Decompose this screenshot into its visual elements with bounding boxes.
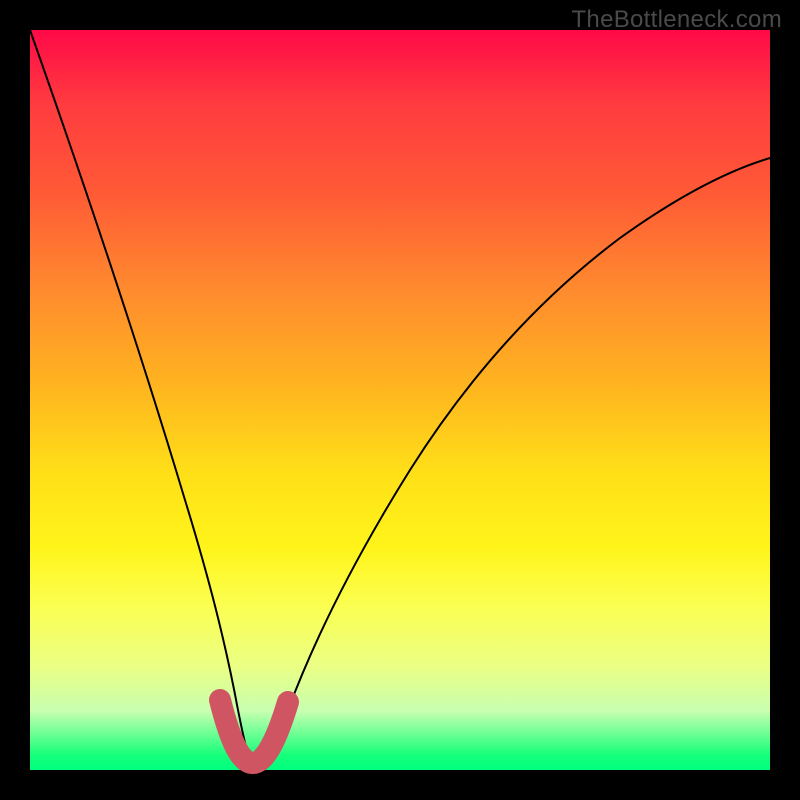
highlight-segment: [220, 700, 288, 763]
bottleneck-curve: [30, 30, 770, 765]
plot-area: [30, 30, 770, 770]
watermark-text: TheBottleneck.com: [571, 6, 782, 34]
outer-frame: TheBottleneck.com: [0, 0, 800, 800]
curve-svg: [30, 30, 770, 770]
